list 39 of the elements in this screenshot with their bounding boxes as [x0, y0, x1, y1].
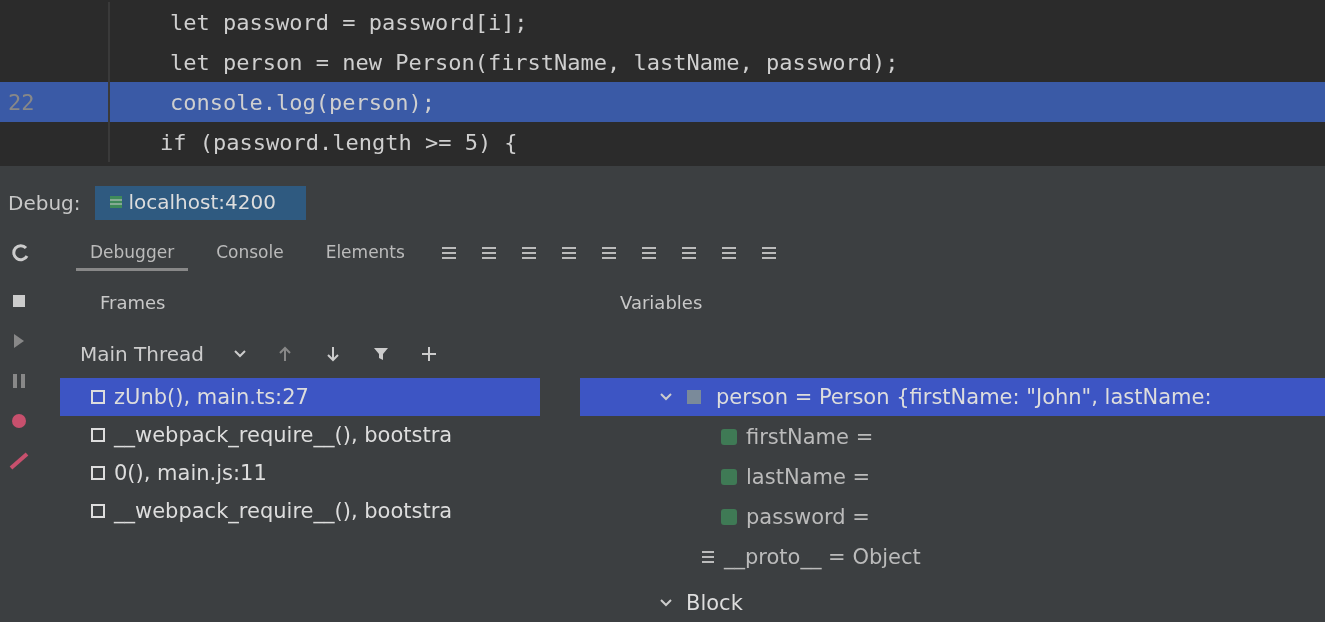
panel-tab[interactable]: Debugger	[76, 235, 189, 271]
thread-dropdown[interactable]: Main Thread	[80, 342, 247, 366]
variable-row[interactable]: password =	[580, 498, 1325, 536]
panel-tab[interactable]: Console	[202, 235, 298, 271]
line-number: 22	[0, 82, 110, 122]
frame-icon	[90, 427, 106, 443]
variable-row[interactable]: firstName =	[580, 418, 1325, 456]
mute-breakpoints-icon[interactable]	[8, 450, 30, 472]
plus-icon[interactable]	[420, 345, 439, 363]
frame-item[interactable]: __webpack_require__(), bootstra	[60, 416, 540, 454]
frame-item[interactable]: zUnb(), main.ts:27	[60, 378, 540, 416]
frame-item[interactable]: 0(), main.js:11	[60, 454, 540, 492]
caret-icon	[234, 350, 247, 358]
field-icon	[720, 468, 738, 486]
frame-item[interactable]: __webpack_require__(), bootstra	[60, 492, 540, 530]
variable-row[interactable]: person = Person {firstName: "John", lastName:	[580, 378, 1325, 416]
caret-icon	[660, 599, 672, 607]
session-tab[interactable]: localhost:4200	[94, 186, 306, 220]
variable-row[interactable]: __proto__ = Object	[580, 538, 1325, 576]
frame-icon	[90, 389, 106, 405]
object-icon	[686, 389, 702, 405]
panel-tab[interactable]: Elements	[311, 235, 419, 271]
code-line: if (password.length >= 5) {	[159, 129, 518, 155]
field-icon	[720, 428, 738, 446]
grid-icon	[108, 195, 123, 209]
variables-title: Variables	[619, 291, 704, 315]
code-line: let password = password[i];	[169, 9, 528, 35]
variable-row[interactable]: Block	[580, 584, 1325, 622]
field-icon	[720, 508, 738, 526]
filter-icon[interactable]	[372, 345, 391, 363]
code-line: console.log(person);	[169, 89, 435, 115]
frame-icon	[90, 465, 106, 481]
frame-icon	[90, 503, 106, 519]
variable-row[interactable]: lastName =	[580, 458, 1325, 496]
list-icon	[700, 549, 716, 565]
frames-title: Frames	[99, 291, 167, 315]
debug-label: Debug:	[8, 191, 81, 215]
code-line: let person = new Person(firstName, lastName, password);	[169, 49, 899, 75]
caret-icon	[660, 393, 672, 401]
